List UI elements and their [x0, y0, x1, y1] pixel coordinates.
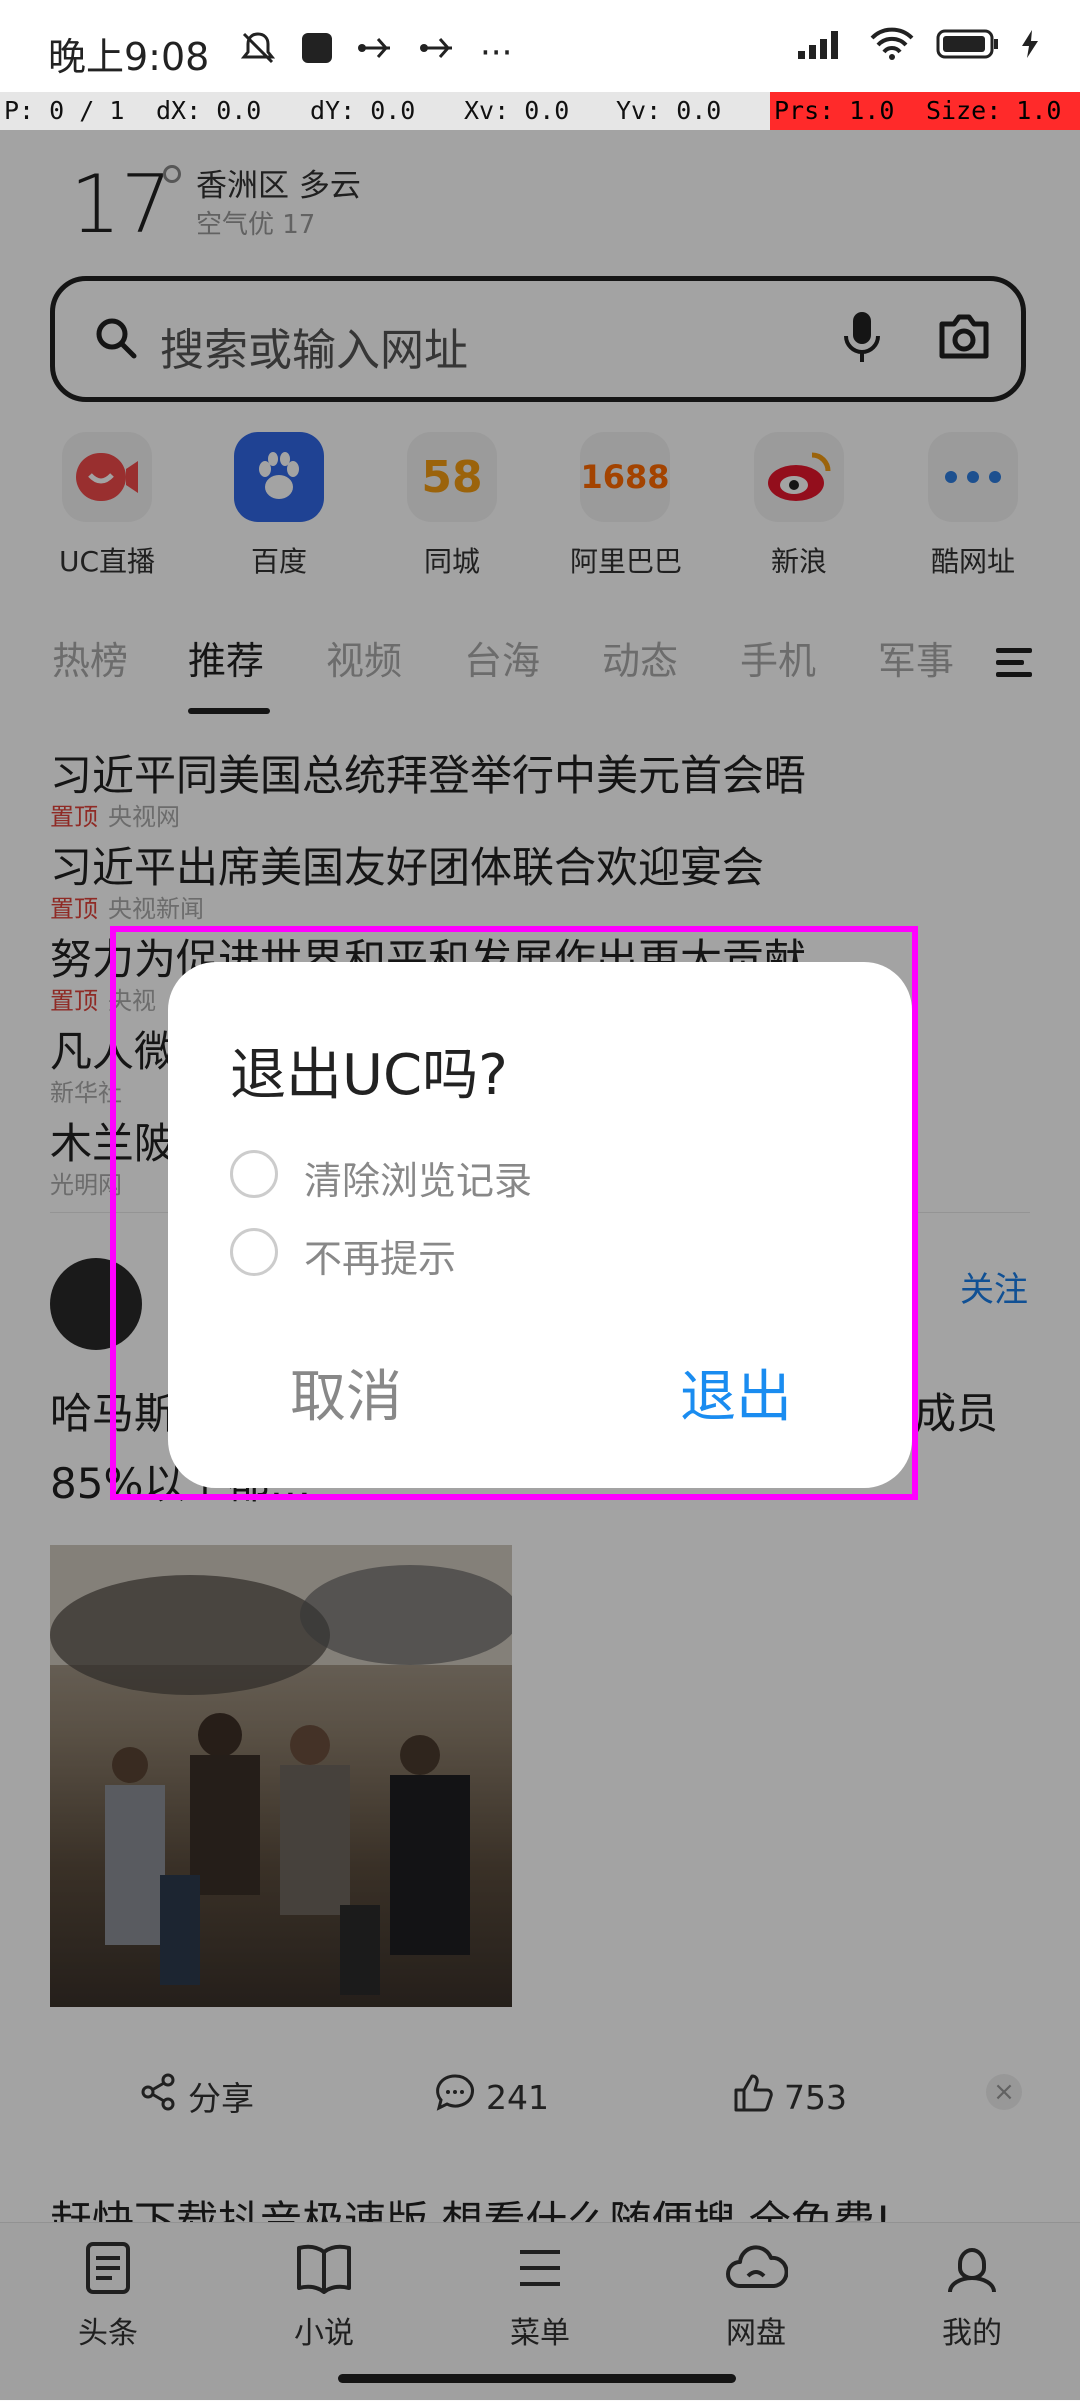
debug-pointer: P: 0 / 1 [4, 96, 125, 125]
cancel-button[interactable]: 取消 [290, 1352, 402, 1433]
usb-debug-icon [418, 31, 458, 74]
mute-icon [238, 28, 278, 77]
dont-remind-label[interactable]: 不再提示 [304, 1228, 456, 1283]
clear-history-label[interactable]: 清除浏览记录 [304, 1150, 532, 1205]
debug-xv: Xv: 0.0 [464, 96, 570, 125]
charging-icon [1020, 28, 1040, 64]
debug-size: Size: 1.0 [926, 92, 1080, 130]
wifi-icon [868, 26, 916, 66]
debug-pressure: Prs: 1.0 [770, 92, 926, 130]
usb-icon [356, 31, 396, 74]
dialog-title: 退出UC吗? [230, 1043, 508, 1108]
clock: 晚上9:08 [48, 35, 210, 79]
app-notification-icon [300, 31, 334, 74]
clear-history-radio[interactable] [230, 1150, 278, 1198]
exit-button[interactable]: 退出 [680, 1352, 792, 1433]
debug-yv: Yv: 0.0 [616, 96, 722, 125]
more-notifications-icon: ··· [480, 32, 513, 73]
dont-remind-radio[interactable] [230, 1228, 278, 1276]
pointer-debug-bar: P: 0 / 1 dX: 0.0 dY: 0.0 Xv: 0.0 Yv: 0.0… [0, 92, 1080, 130]
signal-icon [796, 27, 848, 65]
debug-dy: dY: 0.0 [310, 96, 416, 125]
debug-dx: dX: 0.0 [156, 96, 262, 125]
battery-icon [936, 28, 1000, 64]
status-bar: 晚上9:08 ··· [0, 0, 1080, 92]
